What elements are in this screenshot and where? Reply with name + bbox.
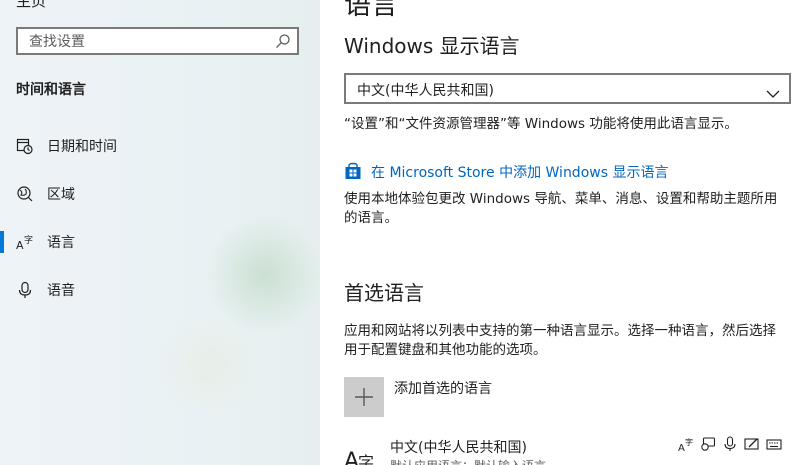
svg-text:字: 字 xyxy=(24,234,33,246)
add-language-button[interactable]: 添加首选的语言 xyxy=(344,377,644,417)
preferred-desc-line: 用于配置键盘和其他功能的选项。 xyxy=(344,342,547,358)
active-indicator xyxy=(0,231,4,253)
microphone-icon xyxy=(16,281,34,299)
keyboard-icon xyxy=(766,436,782,452)
svg-text:A: A xyxy=(16,239,24,251)
settings-window: 主页 时间和语言 日期和时间 xyxy=(0,0,803,465)
page-title: 语言 xyxy=(344,0,398,21)
sidebar-item-speech[interactable]: 语音 xyxy=(0,270,320,310)
svg-text:字: 字 xyxy=(358,453,374,465)
search-input[interactable] xyxy=(27,29,271,55)
dropdown-selected-value: 中文(中华人民共和国) xyxy=(357,83,494,99)
handwriting-icon xyxy=(744,436,760,452)
sidebar-item-label: 日期和时间 xyxy=(47,139,117,155)
section-title: 时间和语言 xyxy=(16,82,86,98)
svg-text:A: A xyxy=(344,449,359,465)
search-icon[interactable] xyxy=(275,33,291,49)
store-link-text[interactable]: 在 Microsoft Store 中添加 Windows 显示语言 xyxy=(371,162,668,182)
store-icon xyxy=(344,162,362,180)
globe-region-icon xyxy=(16,185,34,203)
speech-icon xyxy=(700,436,716,452)
microphone-icon xyxy=(722,436,738,452)
svg-text:A: A xyxy=(678,443,685,452)
language-name: 中文(中华人民共和国) xyxy=(390,440,527,456)
store-link[interactable]: 在 Microsoft Store 中添加 Windows 显示语言 xyxy=(344,161,784,181)
store-note-line: 使用本地体验包更改 Windows 导航、菜单、消息、设置和帮助主题所用 xyxy=(344,191,778,207)
svg-text:字: 字 xyxy=(685,437,693,447)
search-box[interactable] xyxy=(16,27,299,55)
language-status: 默认应用语言；默认输入语言 xyxy=(390,457,546,465)
calendar-clock-icon xyxy=(16,137,34,155)
display-language-dropdown[interactable]: 中文(中华人民共和国) xyxy=(344,73,791,104)
chevron-down-icon xyxy=(766,84,780,98)
home-link[interactable]: 主页 xyxy=(16,0,46,11)
sidebar-item-label: 语言 xyxy=(47,235,75,251)
plus-icon xyxy=(355,388,373,406)
display-language-icon: A 字 xyxy=(678,436,694,454)
sidebar-item-language[interactable]: A 字 语言 xyxy=(0,222,320,262)
language-icon: A 字 xyxy=(16,233,34,252)
preferred-desc-line: 应用和网站将以列表中支持的第一种语言显示。选择一种语言，然后选择 xyxy=(344,323,776,339)
sidebar-item-region[interactable]: 区域 xyxy=(0,174,320,214)
sidebar-item-label: 语音 xyxy=(47,283,75,299)
sidebar-item-date-time[interactable]: 日期和时间 xyxy=(0,126,320,166)
language-list-item[interactable]: A 字 中文(中华人民共和国) 默认应用语言；默认输入语言 A 字 xyxy=(344,432,803,465)
add-icon-box xyxy=(344,377,384,417)
display-language-note: “设置”和“文件资源管理器”等 Windows 功能将使用此语言显示。 xyxy=(344,116,738,132)
store-note-line: 的语言。 xyxy=(344,210,398,226)
main-content: 语言 Windows 显示语言 中文(中华人民共和国) “设置”和“文件资源管理… xyxy=(320,0,803,465)
add-language-label: 添加首选的语言 xyxy=(394,381,492,397)
display-language-heading: Windows 显示语言 xyxy=(344,34,520,58)
background-blur xyxy=(150,320,270,410)
sidebar: 主页 时间和语言 日期和时间 xyxy=(0,0,320,465)
preferred-languages-heading: 首选语言 xyxy=(344,281,424,305)
sidebar-item-label: 区域 xyxy=(47,187,75,203)
language-glyph-icon: A 字 xyxy=(344,438,378,465)
